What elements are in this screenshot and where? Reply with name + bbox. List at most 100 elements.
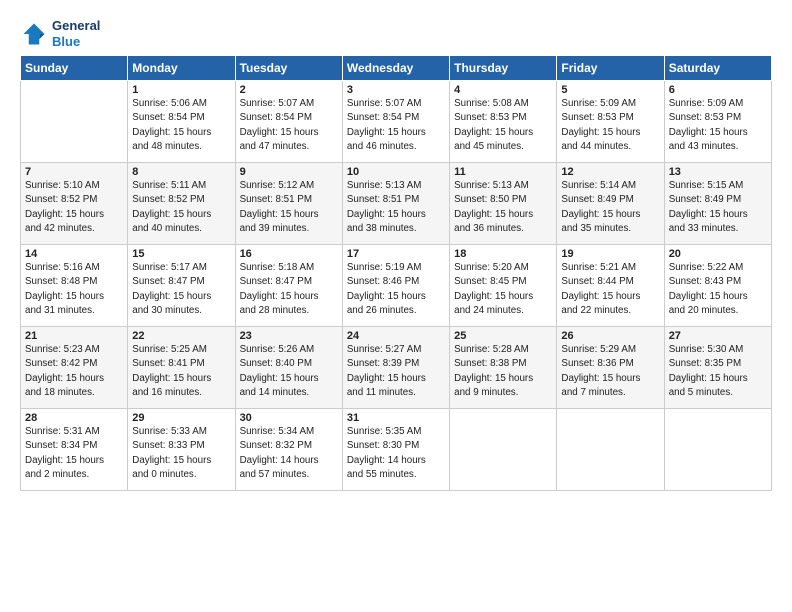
calendar-week-row: 7Sunrise: 5:10 AM Sunset: 8:52 PM Daylig… (21, 163, 772, 245)
logo: General Blue (20, 18, 100, 49)
calendar-cell: 20Sunrise: 5:22 AM Sunset: 8:43 PM Dayli… (664, 245, 771, 327)
day-number: 27 (669, 330, 767, 342)
day-info: Sunrise: 5:13 AM Sunset: 8:50 PM Dayligh… (454, 179, 552, 236)
day-number: 29 (132, 412, 230, 424)
day-number: 24 (347, 330, 445, 342)
day-info: Sunrise: 5:12 AM Sunset: 8:51 PM Dayligh… (240, 179, 338, 236)
day-number: 7 (25, 166, 123, 178)
calendar-body: 1Sunrise: 5:06 AM Sunset: 8:54 PM Daylig… (21, 81, 772, 491)
calendar-cell: 24Sunrise: 5:27 AM Sunset: 8:39 PM Dayli… (342, 327, 449, 409)
calendar-cell: 2Sunrise: 5:07 AM Sunset: 8:54 PM Daylig… (235, 81, 342, 163)
calendar-cell: 23Sunrise: 5:26 AM Sunset: 8:40 PM Dayli… (235, 327, 342, 409)
calendar-cell: 13Sunrise: 5:15 AM Sunset: 8:49 PM Dayli… (664, 163, 771, 245)
day-info: Sunrise: 5:15 AM Sunset: 8:49 PM Dayligh… (669, 179, 767, 236)
calendar-cell: 28Sunrise: 5:31 AM Sunset: 8:34 PM Dayli… (21, 409, 128, 491)
calendar-cell: 10Sunrise: 5:13 AM Sunset: 8:51 PM Dayli… (342, 163, 449, 245)
main-container: General Blue SundayMondayTuesdayWednesda… (0, 0, 792, 501)
weekday-header-row: SundayMondayTuesdayWednesdayThursdayFrid… (21, 56, 772, 81)
day-info: Sunrise: 5:08 AM Sunset: 8:53 PM Dayligh… (454, 97, 552, 154)
day-number: 18 (454, 248, 552, 260)
day-number: 2 (240, 84, 338, 96)
day-info: Sunrise: 5:23 AM Sunset: 8:42 PM Dayligh… (25, 343, 123, 400)
day-number: 25 (454, 330, 552, 342)
calendar-cell: 18Sunrise: 5:20 AM Sunset: 8:45 PM Dayli… (450, 245, 557, 327)
day-info: Sunrise: 5:18 AM Sunset: 8:47 PM Dayligh… (240, 261, 338, 318)
weekday-header-monday: Monday (128, 56, 235, 81)
day-info: Sunrise: 5:16 AM Sunset: 8:48 PM Dayligh… (25, 261, 123, 318)
calendar-cell: 8Sunrise: 5:11 AM Sunset: 8:52 PM Daylig… (128, 163, 235, 245)
day-number: 20 (669, 248, 767, 260)
day-info: Sunrise: 5:07 AM Sunset: 8:54 PM Dayligh… (240, 97, 338, 154)
calendar-week-row: 1Sunrise: 5:06 AM Sunset: 8:54 PM Daylig… (21, 81, 772, 163)
day-number: 6 (669, 84, 767, 96)
calendar-cell (21, 81, 128, 163)
day-number: 26 (561, 330, 659, 342)
day-number: 5 (561, 84, 659, 96)
day-number: 21 (25, 330, 123, 342)
day-number: 9 (240, 166, 338, 178)
day-number: 8 (132, 166, 230, 178)
day-number: 10 (347, 166, 445, 178)
calendar-cell: 25Sunrise: 5:28 AM Sunset: 8:38 PM Dayli… (450, 327, 557, 409)
day-info: Sunrise: 5:22 AM Sunset: 8:43 PM Dayligh… (669, 261, 767, 318)
day-info: Sunrise: 5:27 AM Sunset: 8:39 PM Dayligh… (347, 343, 445, 400)
calendar-cell: 16Sunrise: 5:18 AM Sunset: 8:47 PM Dayli… (235, 245, 342, 327)
day-info: Sunrise: 5:11 AM Sunset: 8:52 PM Dayligh… (132, 179, 230, 236)
day-number: 4 (454, 84, 552, 96)
day-info: Sunrise: 5:14 AM Sunset: 8:49 PM Dayligh… (561, 179, 659, 236)
calendar-cell: 31Sunrise: 5:35 AM Sunset: 8:30 PM Dayli… (342, 409, 449, 491)
day-info: Sunrise: 5:34 AM Sunset: 8:32 PM Dayligh… (240, 425, 338, 482)
day-info: Sunrise: 5:10 AM Sunset: 8:52 PM Dayligh… (25, 179, 123, 236)
day-number: 15 (132, 248, 230, 260)
day-number: 17 (347, 248, 445, 260)
day-number: 30 (240, 412, 338, 424)
weekday-header-saturday: Saturday (664, 56, 771, 81)
day-info: Sunrise: 5:29 AM Sunset: 8:36 PM Dayligh… (561, 343, 659, 400)
day-info: Sunrise: 5:06 AM Sunset: 8:54 PM Dayligh… (132, 97, 230, 154)
logo-text: General Blue (52, 18, 100, 49)
day-info: Sunrise: 5:33 AM Sunset: 8:33 PM Dayligh… (132, 425, 230, 482)
day-info: Sunrise: 5:25 AM Sunset: 8:41 PM Dayligh… (132, 343, 230, 400)
day-number: 31 (347, 412, 445, 424)
day-number: 3 (347, 84, 445, 96)
day-number: 23 (240, 330, 338, 342)
day-info: Sunrise: 5:28 AM Sunset: 8:38 PM Dayligh… (454, 343, 552, 400)
calendar-cell: 22Sunrise: 5:25 AM Sunset: 8:41 PM Dayli… (128, 327, 235, 409)
day-info: Sunrise: 5:13 AM Sunset: 8:51 PM Dayligh… (347, 179, 445, 236)
calendar-cell: 9Sunrise: 5:12 AM Sunset: 8:51 PM Daylig… (235, 163, 342, 245)
calendar-cell: 11Sunrise: 5:13 AM Sunset: 8:50 PM Dayli… (450, 163, 557, 245)
calendar-table: SundayMondayTuesdayWednesdayThursdayFrid… (20, 55, 772, 491)
day-number: 16 (240, 248, 338, 260)
calendar-week-row: 21Sunrise: 5:23 AM Sunset: 8:42 PM Dayli… (21, 327, 772, 409)
weekday-header-thursday: Thursday (450, 56, 557, 81)
calendar-cell: 27Sunrise: 5:30 AM Sunset: 8:35 PM Dayli… (664, 327, 771, 409)
day-info: Sunrise: 5:30 AM Sunset: 8:35 PM Dayligh… (669, 343, 767, 400)
calendar-cell: 12Sunrise: 5:14 AM Sunset: 8:49 PM Dayli… (557, 163, 664, 245)
calendar-week-row: 14Sunrise: 5:16 AM Sunset: 8:48 PM Dayli… (21, 245, 772, 327)
calendar-cell (664, 409, 771, 491)
calendar-cell: 30Sunrise: 5:34 AM Sunset: 8:32 PM Dayli… (235, 409, 342, 491)
calendar-cell (450, 409, 557, 491)
day-info: Sunrise: 5:21 AM Sunset: 8:44 PM Dayligh… (561, 261, 659, 318)
calendar-cell: 4Sunrise: 5:08 AM Sunset: 8:53 PM Daylig… (450, 81, 557, 163)
day-info: Sunrise: 5:31 AM Sunset: 8:34 PM Dayligh… (25, 425, 123, 482)
day-number: 22 (132, 330, 230, 342)
day-number: 19 (561, 248, 659, 260)
calendar-cell: 19Sunrise: 5:21 AM Sunset: 8:44 PM Dayli… (557, 245, 664, 327)
day-info: Sunrise: 5:19 AM Sunset: 8:46 PM Dayligh… (347, 261, 445, 318)
calendar-cell (557, 409, 664, 491)
day-info: Sunrise: 5:17 AM Sunset: 8:47 PM Dayligh… (132, 261, 230, 318)
calendar-cell: 1Sunrise: 5:06 AM Sunset: 8:54 PM Daylig… (128, 81, 235, 163)
calendar-cell: 15Sunrise: 5:17 AM Sunset: 8:47 PM Dayli… (128, 245, 235, 327)
day-info: Sunrise: 5:07 AM Sunset: 8:54 PM Dayligh… (347, 97, 445, 154)
calendar-cell: 26Sunrise: 5:29 AM Sunset: 8:36 PM Dayli… (557, 327, 664, 409)
day-info: Sunrise: 5:09 AM Sunset: 8:53 PM Dayligh… (669, 97, 767, 154)
calendar-cell: 17Sunrise: 5:19 AM Sunset: 8:46 PM Dayli… (342, 245, 449, 327)
calendar-cell: 6Sunrise: 5:09 AM Sunset: 8:53 PM Daylig… (664, 81, 771, 163)
day-info: Sunrise: 5:09 AM Sunset: 8:53 PM Dayligh… (561, 97, 659, 154)
calendar-cell: 3Sunrise: 5:07 AM Sunset: 8:54 PM Daylig… (342, 81, 449, 163)
header: General Blue (20, 18, 772, 49)
day-number: 28 (25, 412, 123, 424)
weekday-header-tuesday: Tuesday (235, 56, 342, 81)
day-info: Sunrise: 5:26 AM Sunset: 8:40 PM Dayligh… (240, 343, 338, 400)
